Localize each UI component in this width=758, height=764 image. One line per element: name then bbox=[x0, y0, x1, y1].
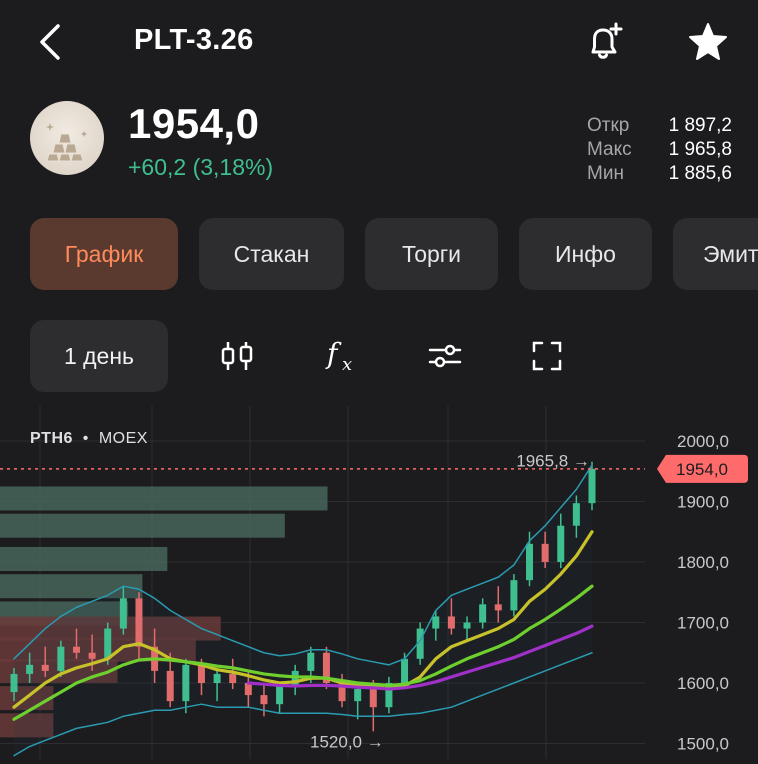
candle-body bbox=[369, 689, 377, 708]
candle-body bbox=[119, 598, 127, 629]
period-selector[interactable]: 1 день bbox=[30, 320, 168, 392]
candle-body bbox=[479, 604, 487, 623]
candle-body bbox=[260, 695, 268, 705]
stat-label: Откр bbox=[587, 115, 630, 136]
min-price-annotation: 1520,0 → bbox=[310, 732, 384, 751]
stat-label: Макс bbox=[587, 139, 632, 160]
candle-body bbox=[354, 689, 362, 702]
candle-body bbox=[213, 673, 221, 683]
chart-exchange: MOEX bbox=[98, 430, 148, 447]
candle-body bbox=[88, 652, 96, 659]
price-chart[interactable]: 2000,0 1900,0 1800,0 1700,0 1600,0 1500,0 1954… bbox=[0, 406, 758, 759]
page-title: PLT-3.26 bbox=[134, 24, 254, 56]
candle-body bbox=[463, 622, 471, 629]
candle-body bbox=[447, 616, 455, 629]
candle-body bbox=[26, 664, 34, 674]
candle-body bbox=[526, 543, 534, 581]
svg-text:f: f bbox=[325, 337, 342, 370]
price-alert-button[interactable] bbox=[582, 20, 626, 64]
stat-value: 1 885,6 bbox=[668, 163, 732, 184]
tab-issuer[interactable]: Эмит bbox=[673, 218, 758, 290]
price-chart-svg: 2000,0 1900,0 1800,0 1700,0 1600,0 1500,0 1954… bbox=[0, 406, 748, 759]
stat-label: Мин bbox=[587, 163, 624, 184]
tab-trades[interactable]: Торги bbox=[365, 218, 498, 290]
tab-info[interactable]: Инфо bbox=[519, 218, 652, 290]
chart-settings-button[interactable] bbox=[420, 320, 470, 392]
bell-plus-icon bbox=[591, 22, 623, 59]
candle-body bbox=[244, 683, 252, 696]
stat-open: Откр 1 897,2 bbox=[587, 114, 732, 138]
function-icon: f x bbox=[325, 337, 352, 375]
gold-bars-icon bbox=[46, 123, 87, 162]
candle-body bbox=[10, 673, 18, 693]
y-axis-tick-label: 1800,0 bbox=[677, 553, 729, 572]
chart-instrument-label: PTH6 • MOEX bbox=[30, 430, 148, 448]
candle-body bbox=[135, 598, 143, 647]
max-price-annotation: 1965,8 → bbox=[516, 452, 590, 471]
current-price-tag-label: 1954,0 bbox=[676, 460, 728, 479]
candle-body bbox=[166, 670, 174, 702]
volume-profile-bar bbox=[0, 513, 285, 538]
y-axis-tick-label: 2000,0 bbox=[677, 432, 729, 451]
settings-sliders-icon bbox=[428, 344, 462, 368]
y-axis-tick-label: 1700,0 bbox=[677, 614, 729, 633]
asset-logo bbox=[30, 101, 104, 175]
day-stats: Откр 1 897,2 Макс 1 965,8 Мин 1 885,6 bbox=[587, 114, 732, 186]
candle-body bbox=[182, 664, 190, 702]
candle-body bbox=[104, 628, 112, 659]
candle-body bbox=[41, 664, 49, 671]
candle-body bbox=[276, 686, 284, 705]
candle-body bbox=[588, 468, 596, 504]
candle-body bbox=[401, 658, 409, 683]
chart-type-button[interactable] bbox=[212, 320, 262, 392]
candle-body bbox=[557, 525, 565, 562]
candle-body bbox=[229, 673, 237, 683]
candle-body bbox=[57, 646, 65, 671]
chevron-left-icon bbox=[40, 24, 60, 60]
stat-value: 1 965,8 bbox=[668, 139, 732, 160]
stat-high: Макс 1 965,8 bbox=[587, 138, 732, 162]
last-price: 1954,0 bbox=[128, 100, 260, 147]
fullscreen-button[interactable] bbox=[522, 320, 572, 392]
y-axis-tick-label: 1500,0 bbox=[677, 735, 729, 754]
star-icon bbox=[689, 23, 727, 60]
volume-profile-bar bbox=[0, 486, 328, 511]
candles-icon bbox=[221, 342, 253, 370]
candle-body bbox=[510, 580, 518, 611]
chart-separator-dot: • bbox=[77, 430, 94, 447]
candle-body bbox=[197, 664, 205, 683]
candle-body bbox=[494, 604, 502, 611]
chart-ticker: PTH6 bbox=[30, 430, 73, 447]
candle-body bbox=[432, 616, 440, 629]
svg-text:x: x bbox=[342, 354, 352, 375]
indicators-button[interactable]: f x bbox=[318, 320, 368, 392]
y-axis-tick-label: 1600,0 bbox=[677, 674, 729, 693]
tab-orderbook[interactable]: Стакан bbox=[199, 218, 344, 290]
tab-chart[interactable]: График bbox=[30, 218, 178, 290]
favorite-button[interactable] bbox=[686, 20, 730, 64]
back-button[interactable] bbox=[30, 20, 74, 64]
stat-value: 1 897,2 bbox=[668, 115, 732, 136]
candle-body bbox=[572, 503, 580, 526]
candle-body bbox=[307, 652, 315, 671]
candle-body bbox=[541, 543, 549, 562]
price-change: +60,2 (3,18%) bbox=[128, 154, 274, 180]
stat-low: Мин 1 885,6 bbox=[587, 162, 732, 186]
candle-body bbox=[72, 646, 80, 653]
y-axis-tick-label: 1900,0 bbox=[677, 493, 729, 512]
volume-profile-bar bbox=[0, 546, 168, 571]
fullscreen-icon bbox=[532, 341, 562, 371]
